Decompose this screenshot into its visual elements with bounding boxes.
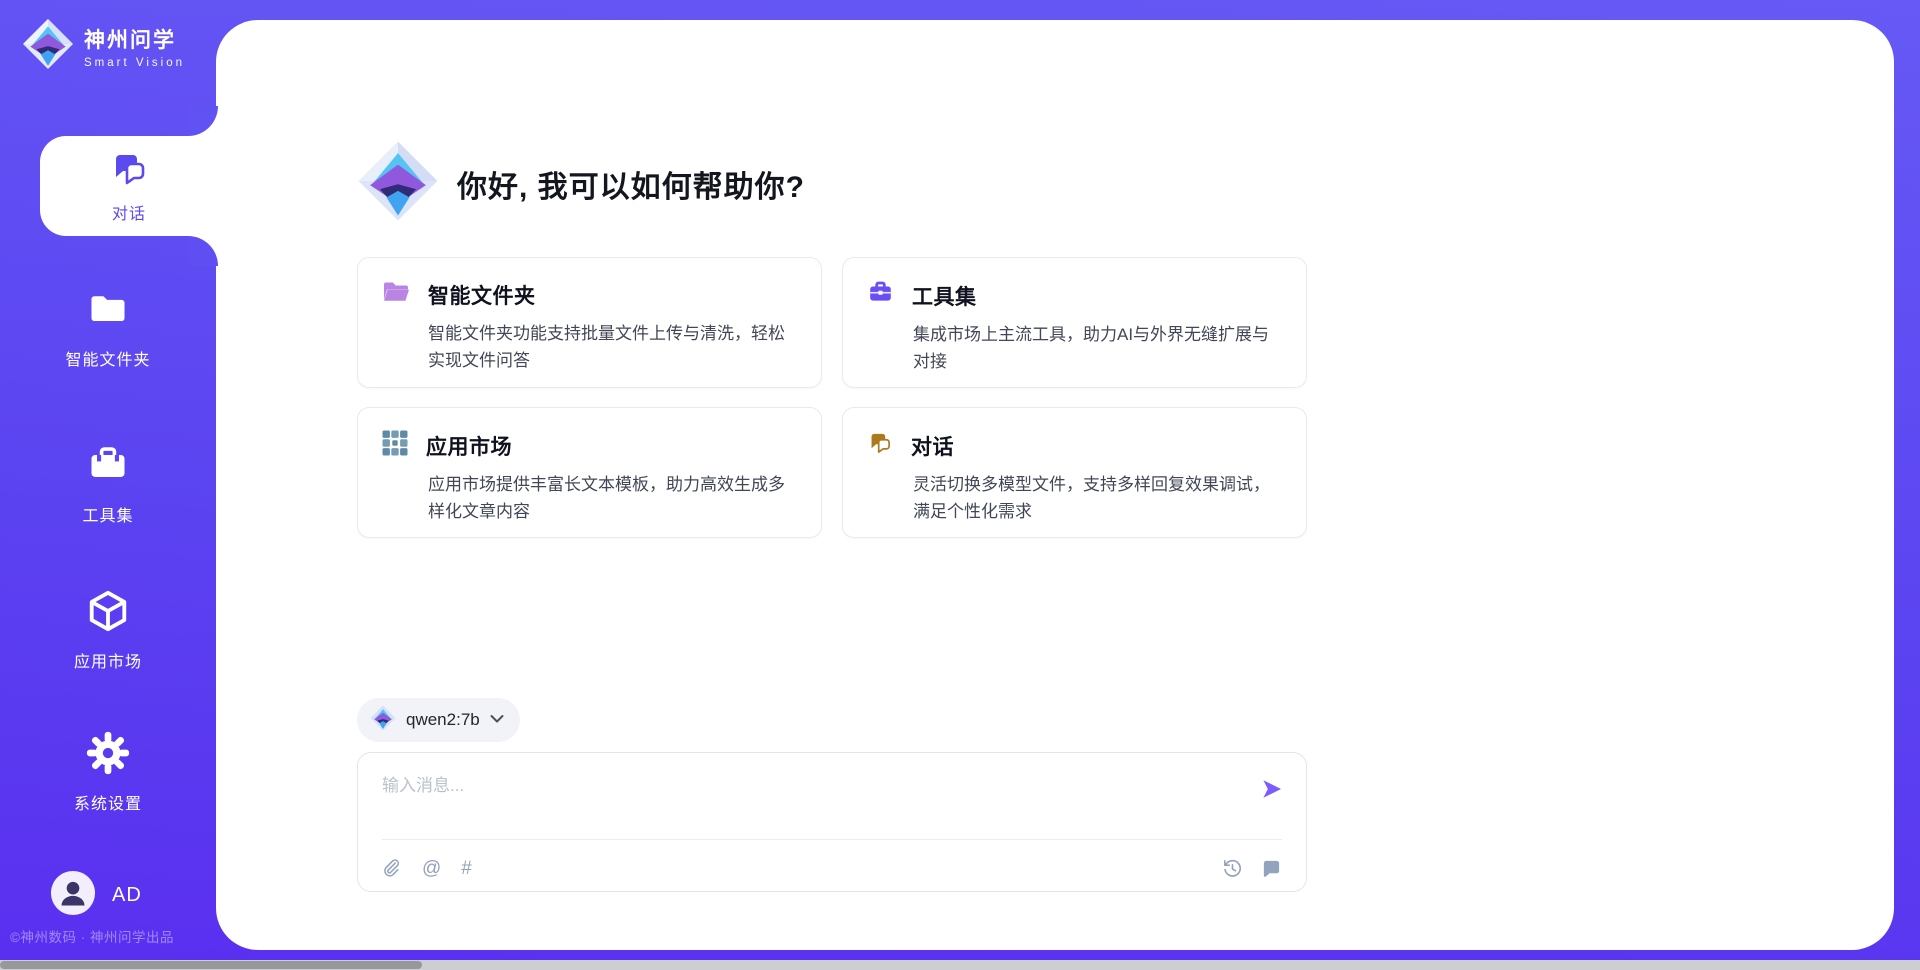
- card-title: 工具集: [912, 281, 977, 311]
- sidebar-item-app-market[interactable]: 应用市场: [8, 588, 208, 672]
- app-window: 神州问学 Smart Vision 对话 智能文件夹: [0, 0, 1920, 970]
- tab-fillet-bottom: [188, 236, 218, 266]
- composer-divider: [382, 839, 1282, 840]
- card-smart-folder[interactable]: 智能文件夹 智能文件夹功能支持批量文件上传与清洗，轻松实现文件问答: [357, 257, 822, 388]
- sidebar-item-smart-folder[interactable]: 智能文件夹: [8, 288, 208, 370]
- grid-tiles-icon: [382, 430, 408, 461]
- gem-diamond-icon: [357, 140, 439, 227]
- card-title: 智能文件夹: [428, 280, 536, 310]
- message-composer: @ #: [357, 752, 1307, 892]
- folder-open-icon: [382, 280, 410, 310]
- sidebar-item-label: 智能文件夹: [65, 346, 150, 370]
- sidebar-item-label: 系统设置: [74, 790, 142, 814]
- chat-bubbles-icon: [867, 430, 893, 461]
- model-selector[interactable]: qwen2:7b: [357, 698, 520, 742]
- greeting-block: 你好, 我可以如何帮助你?: [357, 140, 805, 227]
- attachment-icon[interactable]: [382, 858, 402, 878]
- greeting-title: 你好, 我可以如何帮助你?: [457, 162, 805, 206]
- model-name: qwen2:7b: [406, 710, 480, 730]
- folder-icon: [86, 288, 130, 337]
- avatar: [50, 870, 96, 921]
- card-app-market[interactable]: 应用市场 应用市场提供丰富长文本模板，助力高效生成多样化文章内容: [357, 407, 822, 538]
- sidebar-footer: ©神州数码 · 神州问学出品: [10, 926, 230, 946]
- message-input[interactable]: [382, 771, 1242, 831]
- horizontal-scrollbar[interactable]: [0, 960, 1920, 970]
- mention-icon[interactable]: @: [422, 859, 441, 878]
- briefcase-icon: [86, 444, 130, 493]
- card-description: 智能文件夹功能支持批量文件上传与清洗，轻松实现文件问答: [428, 320, 797, 374]
- cube-icon: [85, 588, 131, 639]
- user-account[interactable]: AD: [50, 870, 142, 921]
- tab-fillet-top: [188, 106, 218, 136]
- card-toolset[interactable]: 工具集 集成市场上主流工具，助力AI与外界无缝扩展与对接: [842, 257, 1307, 388]
- feedback-bubble-icon[interactable]: [1261, 858, 1282, 879]
- sidebar-item-label: 应用市场: [74, 648, 142, 672]
- briefcase-icon: [867, 280, 894, 311]
- history-icon[interactable]: [1222, 858, 1243, 879]
- chat-home-content: 你好, 我可以如何帮助你? 智能文件夹 智能文件夹功能支持批量文件上传与清洗，轻…: [357, 0, 1307, 970]
- gem-diamond-icon: [22, 18, 74, 75]
- feature-cards: 智能文件夹 智能文件夹功能支持批量文件上传与清洗，轻松实现文件问答 工具集: [357, 257, 1307, 538]
- chat-bubbles-icon: [109, 149, 149, 194]
- chevron-down-icon: [490, 711, 504, 729]
- card-title: 对话: [911, 431, 954, 461]
- card-description: 灵活切换多模型文件，支持多样回复效果调试，满足个性化需求: [913, 471, 1282, 525]
- sidebar-item-toolset[interactable]: 工具集: [8, 444, 208, 526]
- card-description: 应用市场提供丰富长文本模板，助力高效生成多样化文章内容: [428, 471, 797, 525]
- user-name: AD: [112, 884, 142, 907]
- sidebar-item-label: 工具集: [82, 502, 133, 526]
- card-title: 应用市场: [426, 431, 512, 461]
- card-description: 集成市场上主流工具，助力AI与外界无缝扩展与对接: [913, 321, 1282, 375]
- sidebar-item-chat[interactable]: 对话: [40, 136, 218, 236]
- send-icon[interactable]: [1260, 777, 1284, 801]
- brand-logo: 神州问学 Smart Vision: [22, 18, 185, 75]
- card-chat[interactable]: 对话 灵活切换多模型文件，支持多样回复效果调试，满足个性化需求: [842, 407, 1307, 538]
- brand-subtitle: Smart Vision: [84, 57, 185, 69]
- gear-icon: [85, 730, 131, 781]
- sidebar-item-settings[interactable]: 系统设置: [8, 730, 208, 814]
- hash-icon[interactable]: #: [461, 859, 472, 878]
- sidebar-item-label: 对话: [112, 200, 146, 224]
- gem-diamond-icon: [370, 705, 396, 736]
- composer-toolbar: @ #: [382, 851, 1282, 885]
- scrollbar-thumb[interactable]: [0, 961, 422, 969]
- brand-name: 神州问学: [84, 24, 185, 54]
